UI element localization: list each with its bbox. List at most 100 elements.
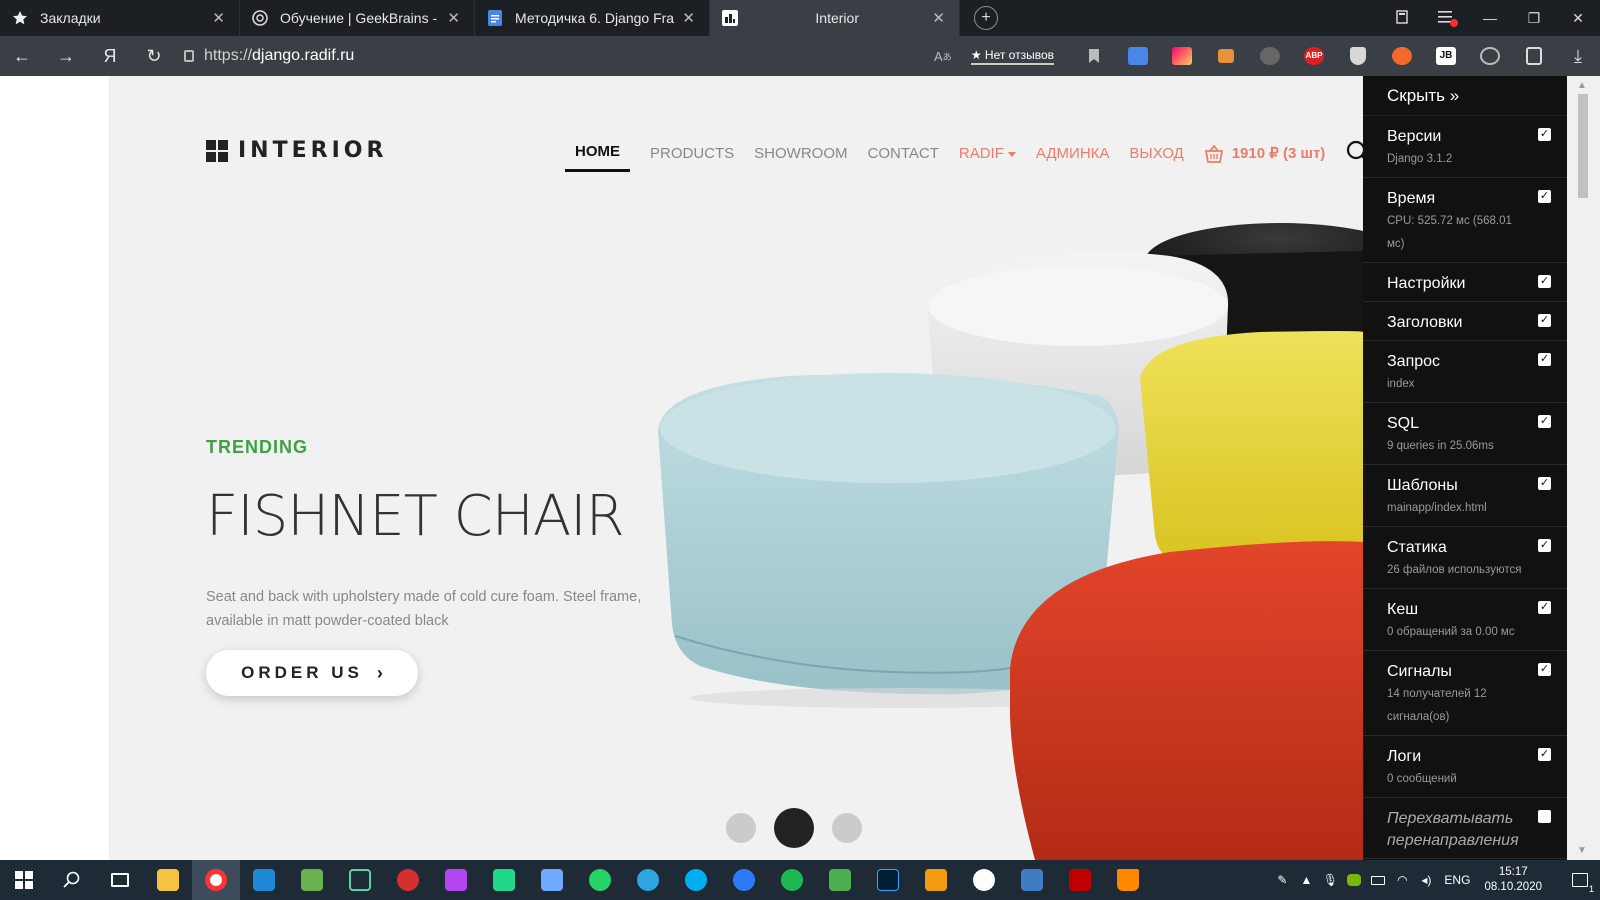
debug-panel[interactable]: Логи 0 сообщений ✓: [1363, 736, 1567, 798]
menu-home[interactable]: HOME: [565, 136, 630, 172]
whatsapp-icon[interactable]: [576, 860, 624, 900]
notification-icon[interactable]: 1: [1560, 860, 1600, 900]
checkbox-checked-icon[interactable]: ✓: [1538, 663, 1551, 676]
menu-user-dropdown[interactable]: RADIF: [959, 138, 1016, 170]
close-window-icon[interactable]: ✕: [1556, 10, 1600, 27]
clock[interactable]: 15:17 08.10.2020: [1484, 865, 1542, 895]
scroll-down-icon[interactable]: ▼: [1577, 845, 1587, 856]
back-icon[interactable]: ←: [0, 46, 44, 67]
pen-extension-icon[interactable]: [1380, 36, 1424, 76]
slider-dot[interactable]: [832, 813, 862, 843]
adblock-icon[interactable]: ABP: [1292, 36, 1336, 76]
checkbox-checked-icon[interactable]: ✓: [1538, 128, 1551, 141]
tab-bookmarks[interactable]: Закладки ✕: [0, 0, 240, 36]
game-app-icon[interactable]: [960, 860, 1008, 900]
search-icon[interactable]: [1346, 140, 1363, 169]
translate-icon[interactable]: Aあ: [921, 36, 965, 76]
checkbox-checked-icon[interactable]: ✓: [1538, 353, 1551, 366]
package-extension-icon[interactable]: [1204, 36, 1248, 76]
battery-icon[interactable]: [1366, 860, 1390, 900]
task-view-icon[interactable]: [96, 860, 144, 900]
file-explorer-icon[interactable]: [144, 860, 192, 900]
slider-dot[interactable]: [726, 813, 756, 843]
scroll-up-icon[interactable]: ▲: [1577, 80, 1587, 91]
minimize-icon[interactable]: —: [1468, 10, 1512, 26]
volume-icon[interactable]: ◂): [1414, 860, 1438, 900]
close-icon[interactable]: ✕: [212, 9, 225, 27]
debug-toolbar-hide-button[interactable]: Скрыть »: [1363, 76, 1567, 116]
debug-panel[interactable]: Статика 26 файлов используются ✓: [1363, 527, 1567, 589]
gear-extension-icon[interactable]: [1248, 36, 1292, 76]
editor-app-icon[interactable]: [336, 860, 384, 900]
forward-icon[interactable]: →: [44, 46, 88, 67]
vlc-icon[interactable]: [1104, 860, 1152, 900]
yandex-browser-icon[interactable]: [192, 860, 240, 900]
page-scrollbar[interactable]: ▲ ▼: [1567, 76, 1600, 860]
pen-tray-icon[interactable]: ✎: [1270, 860, 1294, 900]
language-indicator[interactable]: ENG: [1444, 873, 1470, 887]
tab-interior[interactable]: Interior ✕: [710, 0, 960, 36]
remote-app-icon[interactable]: [1008, 860, 1056, 900]
vlc-tray-icon[interactable]: ▲: [1294, 860, 1318, 900]
checkbox-checked-icon[interactable]: ✓: [1538, 415, 1551, 428]
search-icon[interactable]: [48, 860, 96, 900]
new-tab-button[interactable]: +: [974, 6, 998, 30]
telegram-icon[interactable]: [624, 860, 672, 900]
checkbox-checked-icon[interactable]: ✓: [1538, 275, 1551, 288]
menu-admin[interactable]: АДМИНКА: [1036, 138, 1110, 170]
debug-panel[interactable]: Запрос index ✓: [1363, 341, 1567, 403]
tab-geekbrains[interactable]: Обучение | GeekBrains - об ✕: [240, 0, 475, 36]
pycharm-icon[interactable]: [480, 860, 528, 900]
vscode-icon[interactable]: [240, 860, 288, 900]
checkbox-checked-icon[interactable]: ✓: [1538, 539, 1551, 552]
orange-app-icon[interactable]: [912, 860, 960, 900]
antivirus-icon[interactable]: [384, 860, 432, 900]
debug-panel[interactable]: Настройки ✓: [1363, 263, 1567, 302]
site-logo[interactable]: INTERIOR: [206, 138, 387, 163]
download-icon[interactable]: ⤓: [1556, 36, 1600, 76]
shield-icon[interactable]: [1336, 36, 1380, 76]
photoshop-icon[interactable]: [864, 860, 912, 900]
close-icon[interactable]: ✕: [447, 9, 460, 27]
debug-panel[interactable]: Шаблоны mainapp/index.html ✓: [1363, 465, 1567, 527]
reviews-button[interactable]: ★ Нет отзывов: [970, 48, 1054, 65]
debug-panel[interactable]: Заголовки ✓: [1363, 302, 1567, 341]
address-bar[interactable]: https://django.radif.ru: [184, 36, 354, 76]
tab-docs[interactable]: Методичка 6. Django Frame ✕: [475, 0, 710, 36]
order-us-button[interactable]: ORDER US ›: [206, 650, 418, 696]
menu-logout[interactable]: ВЫХОД: [1129, 138, 1183, 170]
checkbox-checked-icon[interactable]: ✓: [1538, 314, 1551, 327]
collections-icon[interactable]: [1512, 36, 1556, 76]
jb-extension-icon[interactable]: JB: [1424, 36, 1468, 76]
debug-panel[interactable]: Сигналы 14 получателей 12 сигнала(ов) ✓: [1363, 651, 1567, 736]
gradient-extension-icon[interactable]: [1160, 36, 1204, 76]
reload-icon[interactable]: ↻: [132, 46, 176, 67]
menu-showroom[interactable]: SHOWROOM: [754, 138, 847, 170]
windows-start-icon[interactable]: [0, 860, 48, 900]
skype-icon[interactable]: [672, 860, 720, 900]
virtualbox-icon[interactable]: [528, 860, 576, 900]
menu-cart[interactable]: 1910 ₽ (3 шт): [1204, 138, 1325, 170]
network-app-icon[interactable]: [816, 860, 864, 900]
close-icon[interactable]: ✕: [682, 9, 695, 27]
yandex-icon[interactable]: Я: [88, 46, 132, 67]
filezilla-icon[interactable]: [1056, 860, 1104, 900]
debug-panel[interactable]: Время CPU: 525.72 мс (568.01 мс) ✓: [1363, 178, 1567, 263]
blue-app-icon[interactable]: [720, 860, 768, 900]
debug-panel[interactable]: Версии Django 3.1.2 ✓: [1363, 116, 1567, 178]
chart-app-icon[interactable]: [288, 860, 336, 900]
slider-dot-active[interactable]: [774, 808, 814, 848]
google-translate-icon[interactable]: [1116, 36, 1160, 76]
tabs-list-icon[interactable]: [1380, 9, 1424, 27]
debug-panel[interactable]: Кеш 0 обращений за 0.00 мс ✓: [1363, 589, 1567, 651]
scrollbar-thumb[interactable]: [1578, 94, 1588, 198]
debug-panel[interactable]: SQL 9 queries in 25.06ms ✓: [1363, 403, 1567, 465]
restore-icon[interactable]: ❐: [1512, 10, 1556, 27]
close-icon[interactable]: ✕: [932, 9, 945, 27]
checkbox-checked-icon[interactable]: ✓: [1538, 190, 1551, 203]
wifi-icon[interactable]: ◠: [1390, 860, 1414, 900]
sync-icon[interactable]: [1468, 36, 1512, 76]
checkbox-unchecked-icon[interactable]: [1538, 810, 1551, 823]
checkbox-checked-icon[interactable]: ✓: [1538, 477, 1551, 490]
checkbox-checked-icon[interactable]: ✓: [1538, 748, 1551, 761]
